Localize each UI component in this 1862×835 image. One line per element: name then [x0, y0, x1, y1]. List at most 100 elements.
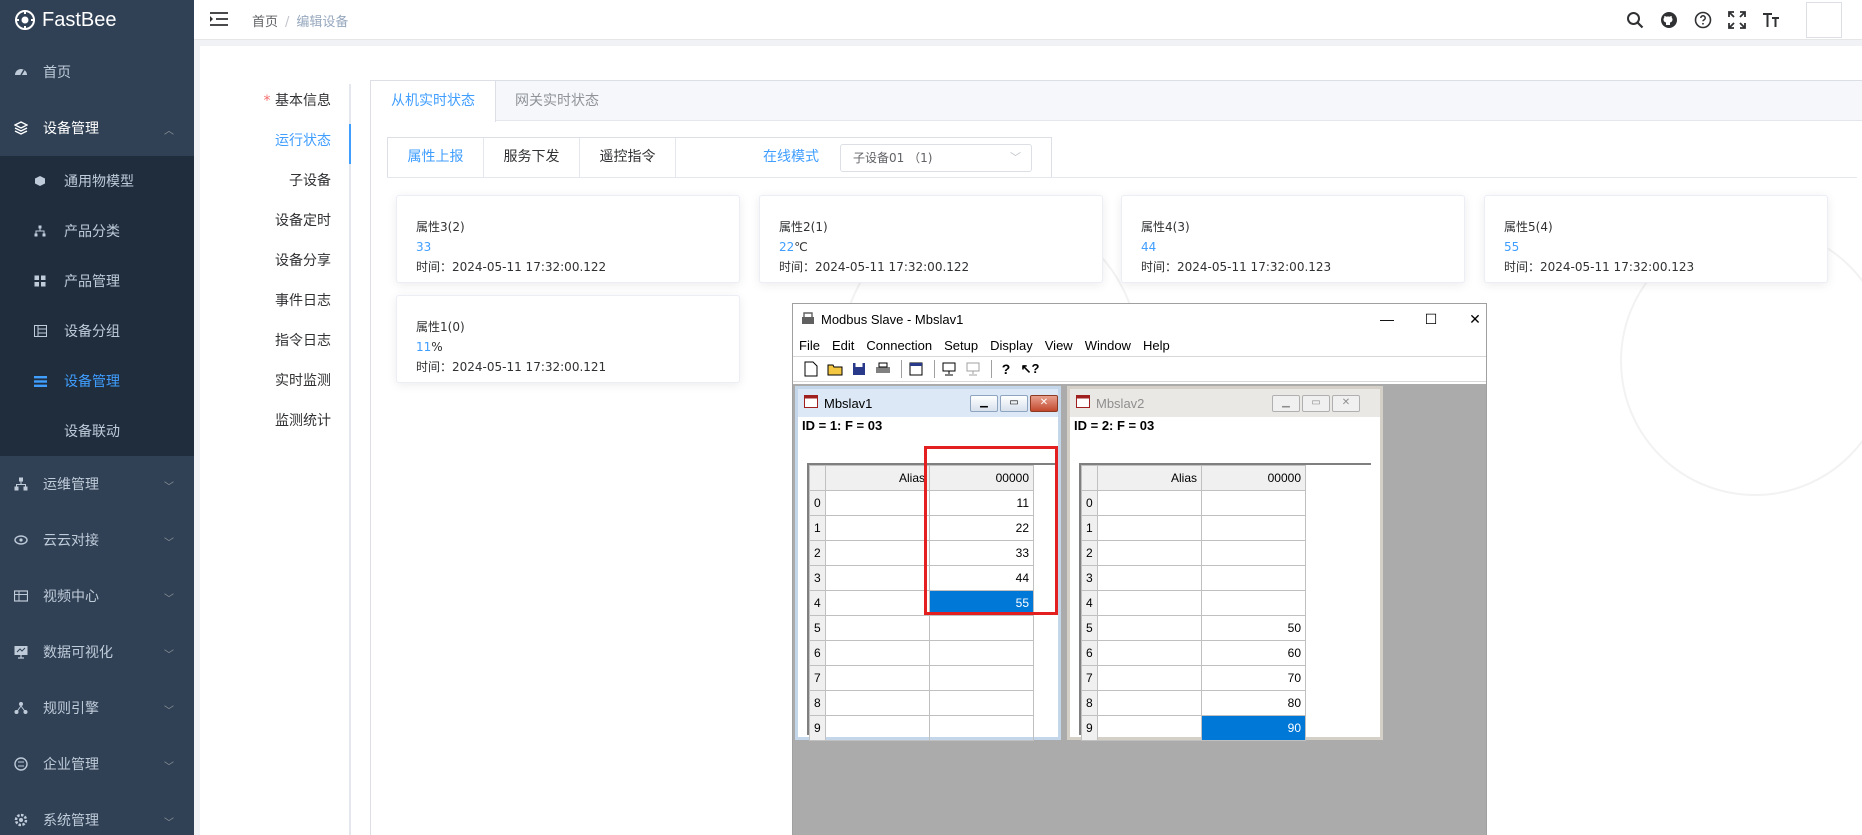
sidebar-item-thing-model[interactable]: 通用物模型: [0, 156, 194, 206]
close-icon[interactable]: ✕: [1332, 395, 1360, 412]
close-icon[interactable]: ✕: [1030, 395, 1058, 412]
save-icon[interactable]: [849, 359, 869, 379]
register-value[interactable]: 90: [1201, 715, 1306, 741]
menu-file[interactable]: File: [799, 338, 820, 353]
tab-basic-info[interactable]: * 基本信息: [200, 84, 350, 118]
register-value[interactable]: [929, 665, 1034, 691]
enterprise-icon: [13, 756, 29, 772]
sidebar-item-device-list[interactable]: 设备管理: [0, 356, 194, 406]
maximize-icon[interactable]: ☐: [1409, 308, 1453, 330]
tab-gateway-status[interactable]: 网关实时状态: [495, 81, 619, 121]
new-file-icon[interactable]: [801, 359, 821, 379]
menu-connection[interactable]: Connection: [866, 338, 932, 353]
breadcrumb-home[interactable]: 首页: [252, 15, 278, 30]
app-name: FastBee: [42, 8, 117, 31]
register-value[interactable]: [929, 690, 1034, 716]
register-value[interactable]: [929, 615, 1034, 641]
sidebar-item-cloud[interactable]: 云云对接 ﹀: [0, 512, 194, 568]
sidebar-item-device-linkage[interactable]: 设备联动: [0, 406, 194, 456]
sidebar-item-visualization[interactable]: 数据可视化 ﹀: [0, 624, 194, 680]
register-value[interactable]: [929, 640, 1034, 666]
sidebar-toggle-icon[interactable]: [210, 11, 228, 31]
tab-event-log[interactable]: 事件日志: [200, 284, 350, 318]
print-icon[interactable]: [873, 359, 893, 379]
sidebar-item-video[interactable]: 视频中心 ﹀: [0, 568, 194, 624]
menu-window[interactable]: Window: [1085, 338, 1131, 353]
modbus-title-bar[interactable]: Modbus Slave - Mbslav1 — ☐ ✕: [793, 304, 1486, 334]
tab-realtime-monitor[interactable]: 实时监测: [200, 364, 350, 398]
register-value[interactable]: 33: [929, 540, 1034, 566]
table-row: 9 90: [1081, 715, 1306, 741]
context-help-icon[interactable]: ↖?: [1020, 359, 1040, 379]
sidebar-item-product-category[interactable]: 产品分类: [0, 206, 194, 256]
minimize-icon[interactable]: —: [1365, 308, 1409, 330]
minimize-icon[interactable]: ▁: [970, 395, 998, 412]
child-title-bar[interactable]: Mbslav2 ▁ ▭ ✕: [1070, 389, 1380, 417]
github-icon[interactable]: [1652, 3, 1686, 37]
register-value[interactable]: 11: [929, 490, 1034, 516]
fullscreen-icon[interactable]: [1720, 3, 1754, 37]
subdevice-select[interactable]: 子设备01 （1) ﹀: [840, 144, 1032, 172]
sidebar-item-label: 产品管理: [64, 274, 120, 290]
register-value[interactable]: [1201, 590, 1306, 616]
window-icon[interactable]: [906, 359, 926, 379]
menu-help[interactable]: Help: [1143, 338, 1170, 353]
tab-slave-status[interactable]: 从机实时状态: [371, 81, 496, 122]
minimize-icon[interactable]: ▁: [1272, 395, 1300, 412]
avatar[interactable]: [1806, 2, 1842, 38]
table-row: 7 70: [1081, 665, 1306, 691]
app-logo[interactable]: FastBee: [0, 0, 194, 40]
slave-id-line: ID = 1: F = 03: [802, 418, 883, 433]
tab-sub-device[interactable]: 子设备: [200, 164, 350, 198]
child-title-bar[interactable]: Mbslav1 ▁ ▭ ✕: [798, 389, 1058, 417]
register-value[interactable]: [1201, 540, 1306, 566]
sidebar-item-product-management[interactable]: 产品管理: [0, 256, 194, 306]
tab-remote-command[interactable]: 遥控指令: [580, 138, 676, 178]
menu-edit[interactable]: Edit: [832, 338, 854, 353]
sidebar-item-device-group[interactable]: 设备分组: [0, 306, 194, 356]
menu-display[interactable]: Display: [990, 338, 1033, 353]
menu-view[interactable]: View: [1045, 338, 1073, 353]
register-value[interactable]: 44: [929, 565, 1034, 591]
sidebar-item-device-management[interactable]: 设备管理 ︿: [0, 100, 194, 156]
tab-device-share[interactable]: 设备分享: [200, 244, 350, 278]
register-value[interactable]: 22: [929, 515, 1034, 541]
register-value[interactable]: 60: [1201, 640, 1306, 666]
tab-command-log[interactable]: 指令日志: [200, 324, 350, 358]
sidebar-item-enterprise[interactable]: 企业管理 ﹀: [0, 736, 194, 792]
disconnect-icon[interactable]: [963, 359, 983, 379]
register-value[interactable]: [929, 715, 1034, 741]
tab-property-report[interactable]: 属性上报: [388, 138, 484, 178]
sidebar-item-ops[interactable]: 运维管理 ﹀: [0, 456, 194, 512]
tab-run-status[interactable]: 运行状态: [200, 124, 350, 158]
sidebar-item-label: 企业管理: [43, 757, 99, 773]
sidebar-item-label: 通用物模型: [64, 174, 134, 190]
register-value[interactable]: 55: [929, 590, 1034, 616]
restore-icon[interactable]: ▭: [1302, 395, 1330, 412]
sidebar-item-system[interactable]: 系统管理 ﹀: [0, 792, 194, 835]
register-value[interactable]: 50: [1201, 615, 1306, 641]
restore-icon[interactable]: ▭: [1000, 395, 1028, 412]
value-header: 00000: [1201, 465, 1306, 491]
font-size-icon[interactable]: [1754, 3, 1788, 37]
connect-icon[interactable]: [939, 359, 959, 379]
register-value[interactable]: [1201, 515, 1306, 541]
table-row: 3 44: [809, 565, 1034, 591]
modbus-slave-window: Modbus Slave - Mbslav1 — ☐ ✕ File Edit C…: [792, 303, 1487, 835]
register-value[interactable]: [1201, 565, 1306, 591]
menu-setup[interactable]: Setup: [944, 338, 978, 353]
sidebar-item-rule-engine[interactable]: 规则引擎 ﹀: [0, 680, 194, 736]
close-icon[interactable]: ✕: [1453, 308, 1497, 330]
tab-service-send[interactable]: 服务下发: [484, 138, 580, 178]
search-icon[interactable]: [1618, 3, 1652, 37]
sidebar-item-home[interactable]: 首页: [0, 44, 194, 100]
open-folder-icon[interactable]: [825, 359, 845, 379]
register-value[interactable]: [1201, 490, 1306, 516]
register-value[interactable]: 70: [1201, 665, 1306, 691]
tab-monitor-stats[interactable]: 监测统计: [200, 404, 350, 438]
register-value[interactable]: 80: [1201, 690, 1306, 716]
help-topics-icon[interactable]: ?: [996, 359, 1016, 379]
tab-device-timer[interactable]: 设备定时: [200, 204, 350, 238]
devices-icon: [13, 120, 29, 136]
help-icon[interactable]: [1686, 3, 1720, 37]
